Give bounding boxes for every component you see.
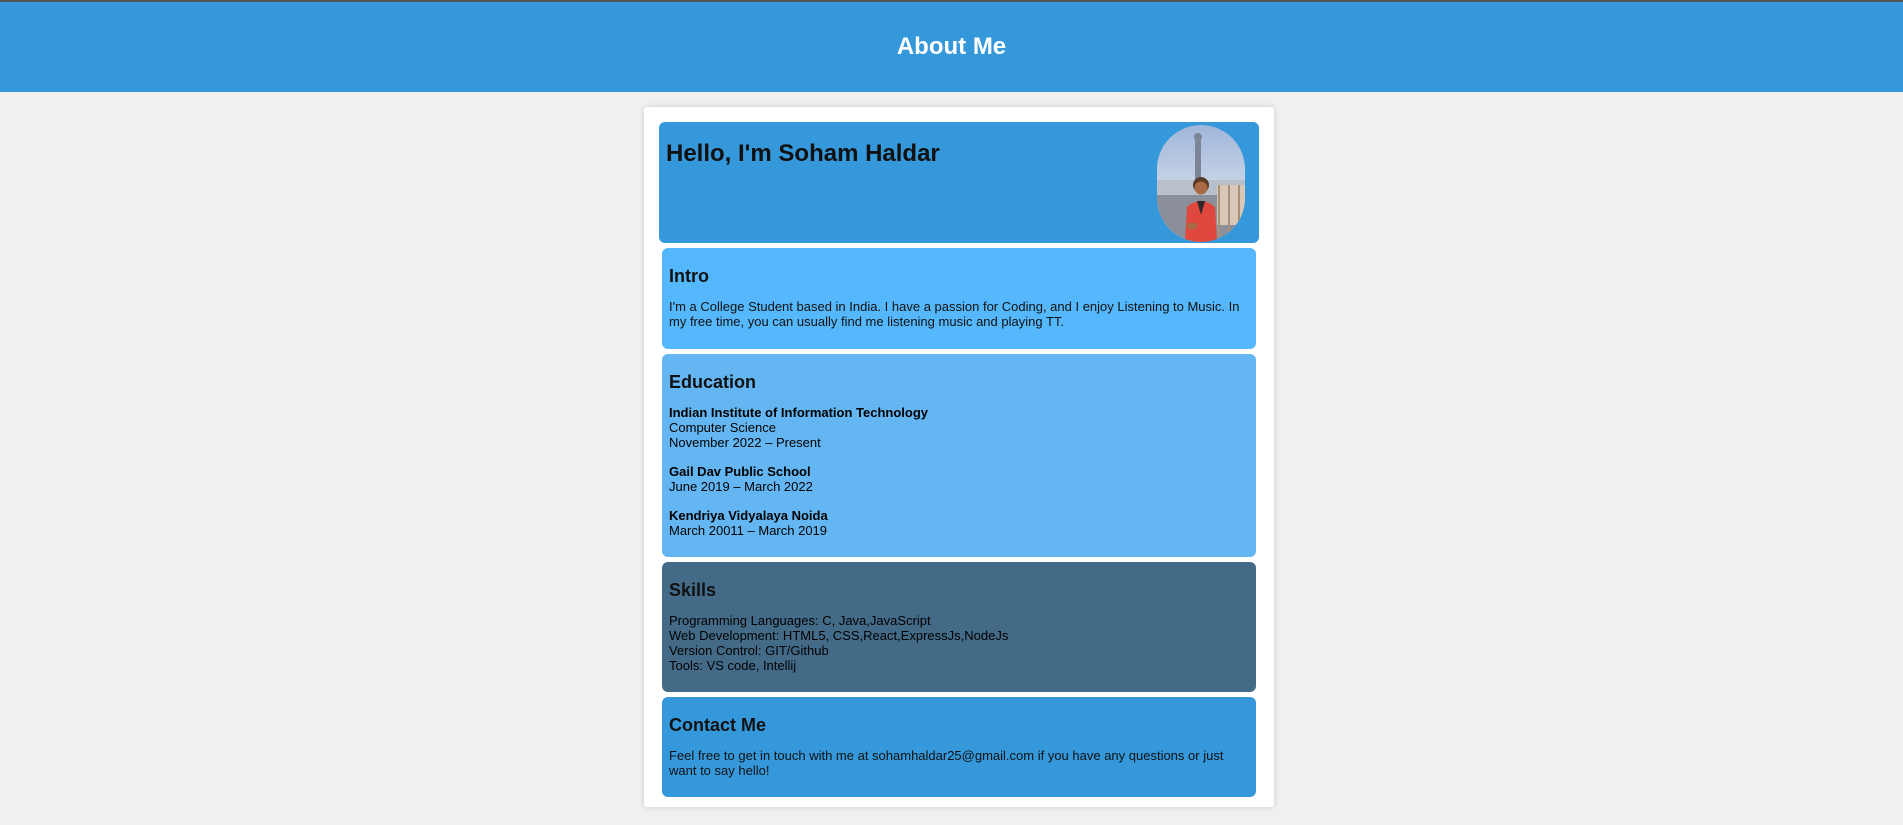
skills-heading: Skills (669, 580, 717, 600)
skill-item: Version Control: GIT/Github (669, 643, 829, 658)
skill-item: Tools: VS code, Intellij (669, 658, 797, 673)
contact-heading: Contact Me (669, 715, 767, 735)
education-section: Education Indian Institute of Informatio… (662, 354, 1256, 557)
education-item: Gail Dav Public School June 2019 – March… (669, 464, 1249, 494)
education-list: Indian Institute of Information Technolo… (669, 405, 1249, 538)
intro-heading: Intro (669, 266, 709, 286)
education-dates: March 20011 – March 2019 (669, 523, 828, 538)
avatar (1157, 125, 1245, 242)
greeting-heading: Hello, I'm Soham Haldar (666, 140, 940, 167)
intro-section: Intro I'm a College Student based in Ind… (662, 248, 1256, 349)
hero-banner: Hello, I'm Soham Haldar (659, 122, 1259, 243)
school-name: Kendriya Vidyalaya Noida (669, 508, 828, 523)
education-heading: Education (669, 372, 757, 392)
education-item: Indian Institute of Information Technolo… (669, 405, 1249, 450)
field-of-study: Computer Science (669, 420, 776, 435)
skills-section: Skills Programming Languages: C, Java,Ja… (662, 562, 1256, 692)
page-title: About Me (896, 33, 1007, 60)
intro-text: I'm a College Student based in India. I … (669, 299, 1240, 329)
education-item: Kendriya Vidyalaya Noida March 20011 – M… (669, 508, 1249, 538)
profile-photo (1157, 125, 1245, 242)
contact-section: Contact Me Feel free to get in touch wit… (662, 697, 1256, 797)
education-dates: November 2022 – Present (669, 435, 821, 450)
contact-text: Feel free to get in touch with me at soh… (669, 748, 1224, 778)
profile-container: Hello, I'm Soham Haldar Intro I'm a Coll… (644, 107, 1274, 807)
skill-item: Web Development: HTML5, CSS,React,Expres… (669, 628, 1009, 643)
education-dates: June 2019 – March 2022 (669, 479, 813, 494)
school-name: Indian Institute of Information Technolo… (669, 405, 929, 420)
site-header: About Me (0, 2, 1903, 92)
school-name: Gail Dav Public School (669, 464, 811, 479)
skills-list: Programming Languages: C, Java,JavaScrip… (669, 613, 1249, 673)
skill-item: Programming Languages: C, Java,JavaScrip… (669, 613, 931, 628)
